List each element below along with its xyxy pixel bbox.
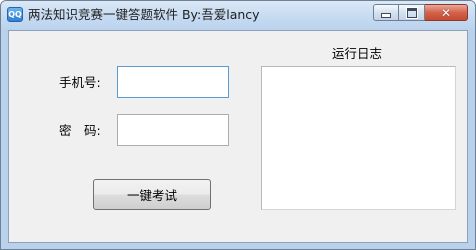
phone-label: 手机号:: [59, 75, 101, 90]
minimize-icon: [381, 13, 391, 18]
client-area: 手机号: 密 码: 一键考试 运行日志: [8, 30, 468, 243]
log-textarea[interactable]: [261, 66, 456, 210]
start-exam-button[interactable]: 一键考试: [93, 179, 211, 210]
log-title: 运行日志: [332, 46, 383, 61]
maximize-button[interactable]: [399, 4, 425, 21]
close-button[interactable]: ✕: [425, 4, 468, 21]
maximize-icon: [406, 7, 417, 18]
window-controls: ✕: [373, 4, 468, 23]
password-label: 密 码:: [59, 123, 101, 138]
password-input[interactable]: [117, 114, 229, 146]
minimize-button[interactable]: [373, 4, 399, 21]
app-window: QQ 两法知识竞赛一键答题软件 By:吾爱lancy ✕ 手机号: 密 码: 一…: [0, 0, 476, 250]
window-title: 两法知识竞赛一键答题软件 By:吾爱lancy: [28, 7, 260, 22]
title-bar[interactable]: QQ 两法知识竞赛一键答题软件 By:吾爱lancy ✕: [1, 1, 475, 29]
app-icon[interactable]: QQ: [7, 7, 23, 22]
close-icon: ✕: [440, 5, 452, 20]
phone-input[interactable]: [117, 66, 229, 98]
